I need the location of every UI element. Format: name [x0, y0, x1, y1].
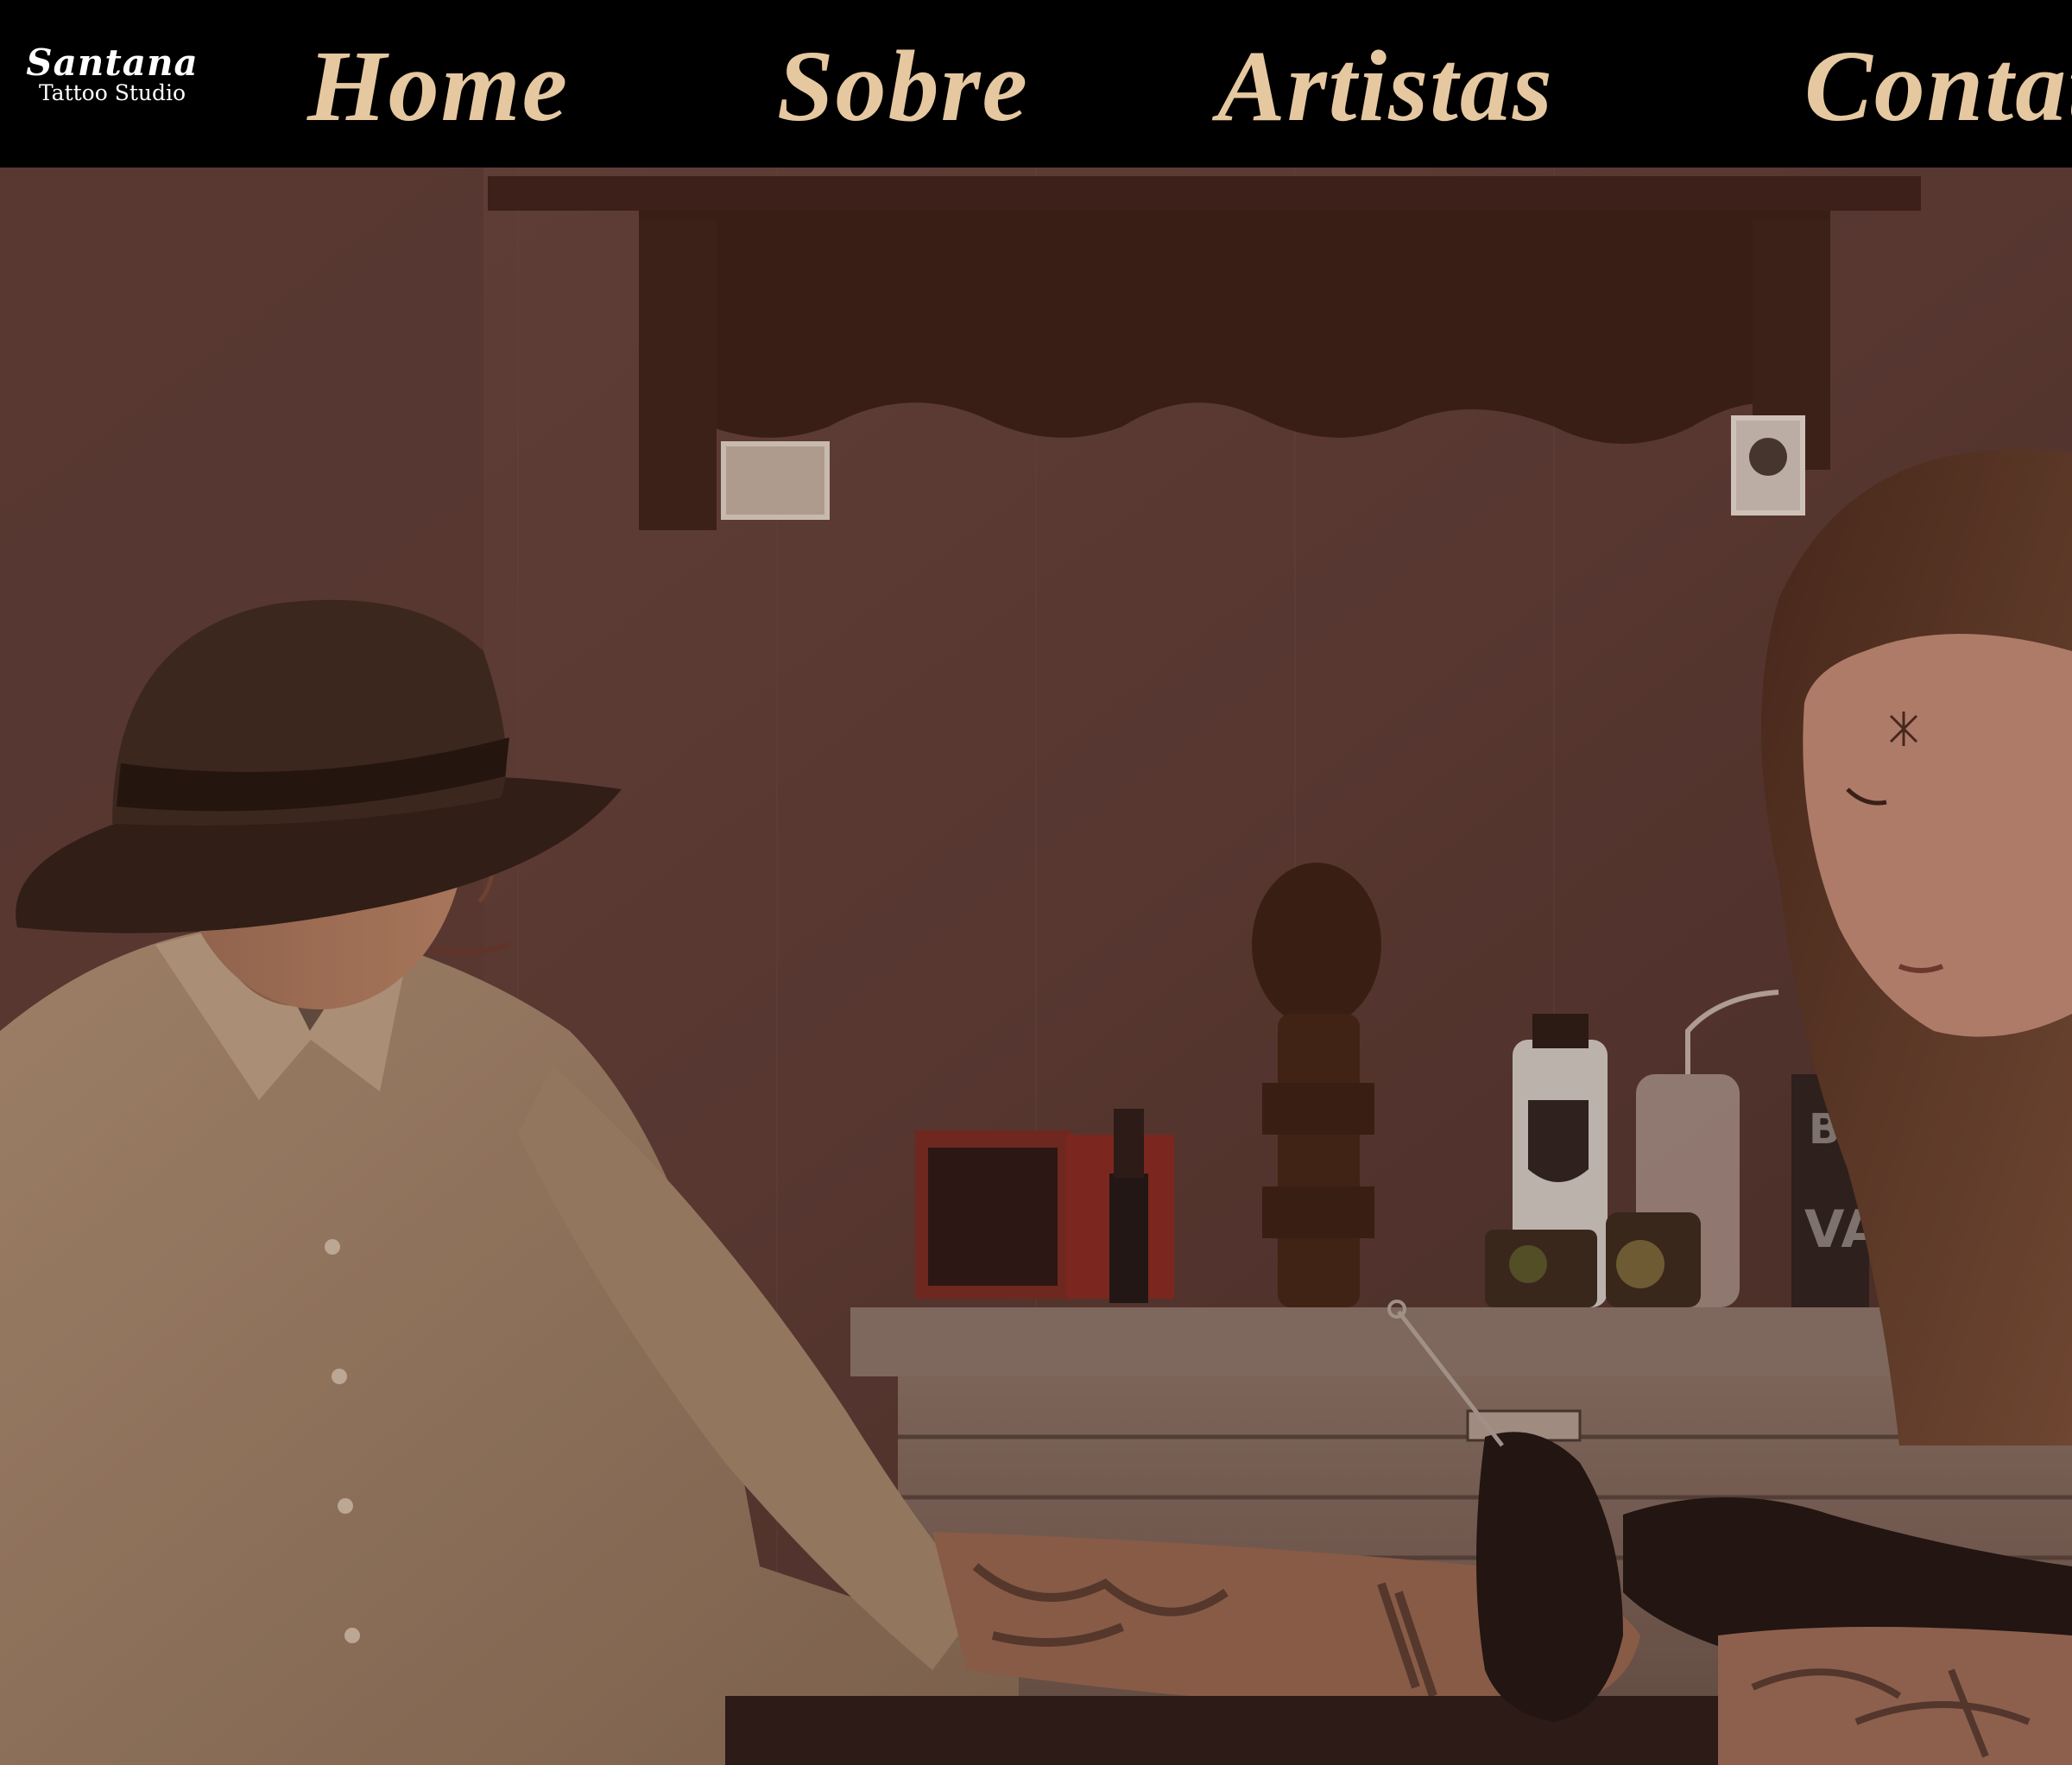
brand-logo[interactable]: Santana Tattoo Studio: [26, 43, 199, 105]
nav-link-contato[interactable]: Contato: [1804, 26, 2072, 147]
nav-link-home[interactable]: Home: [307, 26, 569, 147]
hero-photo: BU VA: [0, 168, 2072, 1765]
brand-subtitle: Tattoo Studio: [38, 80, 186, 105]
top-navigation-bar: Santana Tattoo Studio Home Sobre Artista…: [0, 0, 2072, 168]
nav-link-sobre[interactable]: Sobre: [777, 26, 1029, 147]
tattoo-session-illustration: BU VA: [0, 168, 2072, 1765]
nav-link-artistas[interactable]: Artistas: [1217, 26, 1554, 147]
page: Santana Tattoo Studio Home Sobre Artista…: [0, 0, 2072, 1765]
brand-name: Santana: [26, 41, 199, 84]
